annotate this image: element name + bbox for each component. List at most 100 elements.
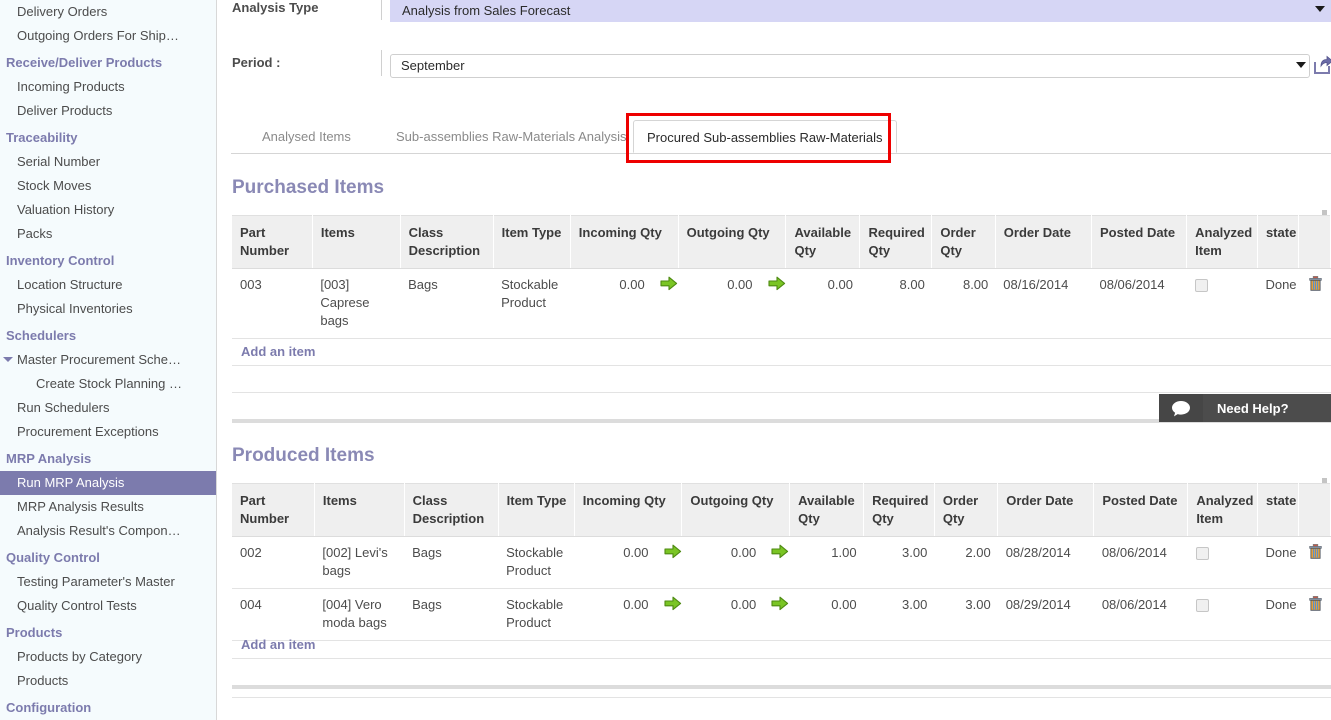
green-arrow-icon xyxy=(663,596,681,611)
cell-actions[interactable] xyxy=(1298,588,1331,641)
cell-analyzed-item[interactable] xyxy=(1187,588,1258,641)
sidebar-section-products: Products xyxy=(0,618,216,645)
analyzed-item-checkbox[interactable] xyxy=(1194,279,1208,293)
cell-actions[interactable] xyxy=(1298,536,1331,589)
produced-items-body: 002 [002] Levi's bags Bags Stockable Produc… xyxy=(232,536,1331,641)
col-required-qty[interactable]: Required Qty xyxy=(863,483,935,537)
col-part-number[interactable]: Part Number xyxy=(232,483,315,537)
col-item-type[interactable]: Item Type xyxy=(498,483,575,537)
produced-scroll-indicator[interactable] xyxy=(1322,478,1327,483)
table-row[interactable]: 004 [004] Vero moda bags Bags Stockable Pro… xyxy=(232,588,1331,641)
col-order-date[interactable]: Order Date xyxy=(995,215,1092,269)
cell-required-qty: 3.00 xyxy=(863,588,935,641)
cell-part-number: 004 xyxy=(232,588,315,641)
col-state[interactable]: state xyxy=(1257,483,1300,537)
produced-add-an-item-link[interactable]: Add an item xyxy=(241,637,315,652)
cell-outgoing-arrow[interactable] xyxy=(763,536,790,589)
sidebar-label: Analysis Result's Compon… xyxy=(17,523,181,538)
delete-row-icon xyxy=(1308,276,1322,291)
sidebar-label: Create Stock Planning … xyxy=(36,376,182,391)
col-class-description[interactable]: Class Description xyxy=(400,215,494,269)
chat-bubble-icon xyxy=(1159,394,1203,422)
cell-outgoing-arrow[interactable] xyxy=(763,588,790,641)
sidebar-item-deliver-products[interactable]: Deliver Products xyxy=(0,99,216,123)
cell-outgoing-arrow[interactable] xyxy=(759,268,786,339)
tab-sub-assemblies-raw-materials-analysis[interactable]: Sub-assemblies Raw-Materials Analysis xyxy=(383,120,639,153)
col-item-type[interactable]: Item Type xyxy=(493,215,571,269)
cell-analyzed-item[interactable] xyxy=(1187,536,1258,589)
need-help-widget[interactable]: Need Help? xyxy=(1159,394,1331,422)
sidebar-item-stock-moves[interactable]: Stock Moves xyxy=(0,174,216,198)
col-order-qty[interactable]: Order Qty xyxy=(934,483,999,537)
col-posted-date[interactable]: Posted Date xyxy=(1093,483,1189,537)
chevron-down-icon-analysis-type[interactable] xyxy=(1315,6,1325,12)
col-outgoing-qty[interactable]: Outgoing Qty xyxy=(678,215,787,269)
produced-divider-1 xyxy=(232,658,1331,659)
sidebar-item-incoming-products[interactable]: Incoming Products xyxy=(0,75,216,99)
label-divider-1 xyxy=(381,0,382,20)
col-incoming-qty[interactable]: Incoming Qty xyxy=(574,483,683,537)
col-available-qty[interactable]: Available Qty xyxy=(785,215,861,269)
sidebar-item-mrp-analysis-results[interactable]: MRP Analysis Results xyxy=(0,495,216,519)
col-incoming-qty[interactable]: Incoming Qty xyxy=(570,215,679,269)
col-state[interactable]: state xyxy=(1257,215,1300,269)
table-row[interactable]: 003 [003] Caprese bags Bags Stockable Produ… xyxy=(232,268,1331,339)
cell-incoming-arrow[interactable] xyxy=(655,588,682,641)
col-items[interactable]: Items xyxy=(312,215,401,269)
sidebar-item-delivery-orders[interactable]: Delivery Orders xyxy=(0,0,216,24)
col-posted-date[interactable]: Posted Date xyxy=(1091,215,1188,269)
col-class-description[interactable]: Class Description xyxy=(404,483,499,537)
cell-items: [002] Levi's bags xyxy=(314,536,405,589)
analyzed-item-checkbox[interactable] xyxy=(1195,599,1209,613)
label-divider-2 xyxy=(381,50,382,76)
sidebar-item-products[interactable]: Products xyxy=(0,669,216,693)
sidebar-label: Location Structure xyxy=(17,277,123,292)
purchased-scroll-indicator[interactable] xyxy=(1322,210,1327,215)
chevron-down-icon-period[interactable] xyxy=(1296,62,1306,68)
table-row[interactable]: 002 [002] Levi's bags Bags Stockable Produc… xyxy=(232,536,1331,589)
cell-analyzed-item[interactable] xyxy=(1186,268,1258,339)
sidebar-item-valuation-history[interactable]: Valuation History xyxy=(0,198,216,222)
col-available-qty[interactable]: Available Qty xyxy=(789,483,865,537)
caret-down-icon[interactable] xyxy=(3,357,13,362)
purchased-items-title: Purchased Items xyxy=(232,177,385,198)
purchased-items-table: Part Number Items Class Description Item… xyxy=(232,215,1331,339)
cell-incoming-arrow[interactable] xyxy=(655,536,682,589)
sidebar-item-products-by-category[interactable]: Products by Category xyxy=(0,645,216,669)
tab-procured-sub-assemblies-raw-materials[interactable]: Procured Sub-assemblies Raw-Materials xyxy=(633,120,897,153)
sidebar-section-traceability: Traceability xyxy=(0,123,216,150)
sidebar-item-master-procurement-sche[interactable]: Master Procurement Sche… xyxy=(0,348,216,372)
analyzed-item-checkbox[interactable] xyxy=(1195,547,1209,561)
col-order-qty[interactable]: Order Qty xyxy=(931,215,996,269)
cell-incoming-arrow[interactable] xyxy=(651,268,679,339)
cell-order-qty: 2.00 xyxy=(934,536,998,589)
sidebar-item-procurement-exceptions[interactable]: Procurement Exceptions xyxy=(0,420,216,444)
sidebar-item-run-schedulers[interactable]: Run Schedulers xyxy=(0,396,216,420)
sidebar-section-schedulers: Schedulers xyxy=(0,321,216,348)
external-link-icon[interactable] xyxy=(1312,54,1331,76)
col-order-date[interactable]: Order Date xyxy=(997,483,1095,537)
col-outgoing-qty[interactable]: Outgoing Qty xyxy=(681,483,791,537)
col-required-qty[interactable]: Required Qty xyxy=(859,215,933,269)
analysis-type-select[interactable]: Analysis from Sales Forecast xyxy=(390,0,1331,22)
col-analyzed-item[interactable]: Analyzed Item xyxy=(1186,215,1258,269)
purchased-add-an-item-link[interactable]: Add an item xyxy=(241,344,315,359)
tab-analysed-items[interactable]: Analysed Items xyxy=(249,120,364,153)
col-analyzed-item[interactable]: Analyzed Item xyxy=(1187,483,1259,537)
col-part-number[interactable]: Part Number xyxy=(232,215,313,269)
sidebar-item-create-stock-planning[interactable]: Create Stock Planning … xyxy=(0,372,216,396)
sidebar-item-location-structure[interactable]: Location Structure xyxy=(0,273,216,297)
sidebar-label: Stock Moves xyxy=(17,178,92,193)
sidebar-item-quality-control-tests[interactable]: Quality Control Tests xyxy=(0,594,216,618)
cell-actions[interactable] xyxy=(1298,268,1331,339)
sidebar-item-packs[interactable]: Packs xyxy=(0,222,216,246)
sidebar-item-testing-parameter-s-master[interactable]: Testing Parameter's Master xyxy=(0,570,216,594)
cell-state: Done xyxy=(1257,268,1299,339)
col-items[interactable]: Items xyxy=(314,483,405,537)
sidebar-item-analysis-result-s-compon[interactable]: Analysis Result's Compon… xyxy=(0,519,216,543)
sidebar-item-serial-number[interactable]: Serial Number xyxy=(0,150,216,174)
sidebar-item-physical-inventories[interactable]: Physical Inventories xyxy=(0,297,216,321)
period-select[interactable]: September xyxy=(390,54,1310,78)
sidebar-item-outgoing-orders-for-ship[interactable]: Outgoing Orders For Ship… xyxy=(0,24,216,48)
sidebar-item-run-mrp-analysis[interactable]: Run MRP Analysis xyxy=(0,471,216,495)
